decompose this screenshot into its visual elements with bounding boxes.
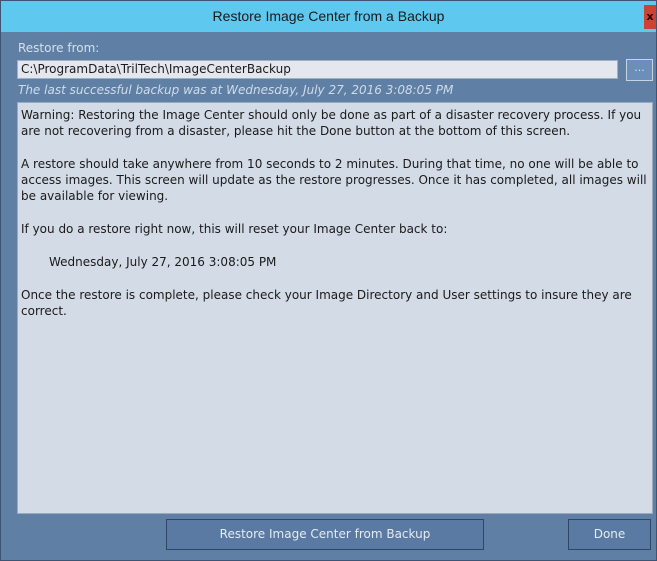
last-backup-text: The last successful backup was at Wednes… (18, 83, 454, 97)
check-settings-text: Once the restore is complete, please che… (21, 288, 632, 318)
reset-intro-text: If you do a restore right now, this will… (21, 222, 448, 236)
done-button[interactable]: Done (568, 519, 651, 550)
restore-dialog: Restore Image Center from a Backup x Res… (0, 0, 657, 561)
backup-path-field[interactable]: C:\ProgramData\TrilTech\ImageCenterBacku… (17, 60, 618, 79)
warning-text: Warning: Restoring the Image Center shou… (21, 108, 642, 138)
restore-from-backup-button[interactable]: Restore Image Center from Backup (166, 519, 484, 550)
restore-from-label: Restore from: (18, 41, 100, 55)
restore-info-panel: Warning: Restoring the Image Center shou… (17, 102, 653, 514)
browse-button[interactable]: ... (626, 59, 653, 81)
reset-date-text: Wednesday, July 27, 2016 3:08:05 PM (49, 255, 277, 269)
title-bar[interactable]: Restore Image Center from a Backup x (1, 1, 656, 32)
close-button[interactable]: x (644, 5, 656, 29)
duration-text: A restore should take anywhere from 10 s… (21, 157, 647, 203)
window-title: Restore Image Center from a Backup (212, 8, 445, 24)
